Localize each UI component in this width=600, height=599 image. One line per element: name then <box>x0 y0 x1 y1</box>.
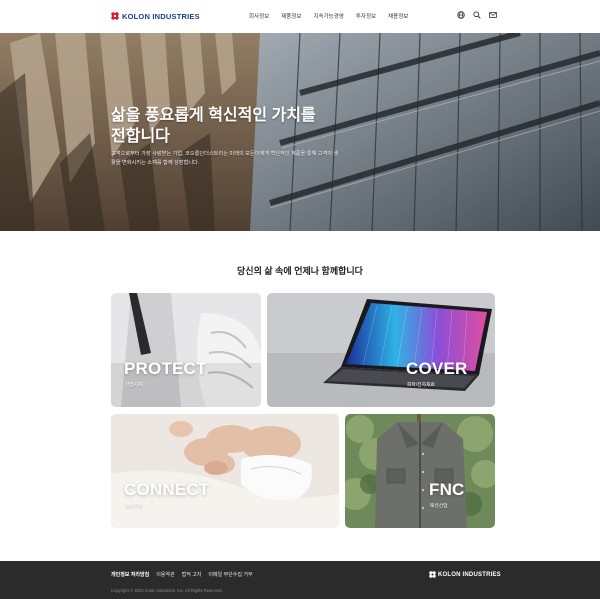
kolon-logo[interactable]: KOLON INDUSTRIES <box>111 11 200 21</box>
card-protect[interactable]: PROTECT 산업자재 <box>111 293 261 407</box>
nav-item-sustainability[interactable]: 지속가능경영 <box>314 12 344 20</box>
card-connect[interactable]: CONNECT 필름부문 <box>111 414 339 528</box>
hero-banner: 삶을 풍요롭게 혁신적인 가치를 전합니다 고객으로부터 가장 사랑받는 기업,… <box>0 33 600 231</box>
main-nav: 회사정보 제품정보 지속가능경영 투자정보 채용정보 <box>249 12 420 20</box>
card-fnc-title: FNC <box>429 480 465 499</box>
logo-mark-icon <box>111 12 119 20</box>
footer-logo-mark-icon <box>429 571 436 578</box>
site-header: KOLON INDUSTRIES 회사정보 제품정보 지속가능경영 투자정보 채… <box>0 0 600 33</box>
header-utility-icons <box>457 11 497 19</box>
mail-icon[interactable] <box>489 11 497 19</box>
fnc-image <box>345 414 495 528</box>
card-protect-title: PROTECT <box>124 359 207 378</box>
footer-copyright: Copyright © 2022 Kolon Industries, Inc. … <box>111 588 223 593</box>
footer-link-privacy[interactable]: 개인정보 처리방침 <box>111 571 149 578</box>
nav-item-company[interactable]: 회사정보 <box>249 12 269 20</box>
nav-item-investors[interactable]: 투자정보 <box>356 12 376 20</box>
search-icon[interactable] <box>473 11 481 19</box>
card-connect-title: CONNECT <box>124 480 210 499</box>
footer-link-email-policy[interactable]: 이메일 무단수집 거부 <box>208 571 252 578</box>
card-fnc-subtitle: 패션산업 <box>430 504 448 509</box>
site-footer: 개인정보 처리방침 이용약관 법적 고지 이메일 무단수집 거부 KOLON I… <box>0 561 600 599</box>
footer-links: 개인정보 처리방침 이용약관 법적 고지 이메일 무단수집 거부 <box>111 571 260 578</box>
nav-item-products[interactable]: 제품정보 <box>281 12 301 20</box>
section-title: 당신의 삶 속에 언제나 함께합니다 <box>237 266 363 276</box>
card-fnc[interactable]: FNC 패션산업 <box>345 414 495 528</box>
footer-link-terms[interactable]: 이용약관 <box>156 571 174 578</box>
logo-text: KOLON INDUSTRIES <box>122 11 200 21</box>
hero-title: 삶을 풍요롭게 혁신적인 가치를 전합니다 <box>111 107 316 145</box>
hero-description: 고객으로부터 가장 사랑받는 기업, 코오롱인더스트리는 미래의 모든이에게 혁… <box>111 151 339 166</box>
card-connect-subtitle: 필름부문 <box>125 504 143 509</box>
footer-link-legal[interactable]: 법적 고지 <box>182 571 202 578</box>
protect-image <box>111 293 261 407</box>
card-cover-subtitle: 화학/전자재료 <box>407 383 435 388</box>
cover-image <box>267 293 495 407</box>
card-cover-title: COVER <box>406 359 468 378</box>
card-protect-subtitle: 산업자재 <box>125 383 143 388</box>
nav-item-careers[interactable]: 채용정보 <box>388 12 408 20</box>
card-cover[interactable]: COVER 화학/전자재료 <box>267 293 495 407</box>
footer-logo[interactable]: KOLON INDUSTRIES <box>429 571 501 578</box>
footer-logo-text: KOLON INDUSTRIES <box>438 571 501 578</box>
connect-image <box>111 414 339 528</box>
globe-icon[interactable] <box>457 11 465 19</box>
